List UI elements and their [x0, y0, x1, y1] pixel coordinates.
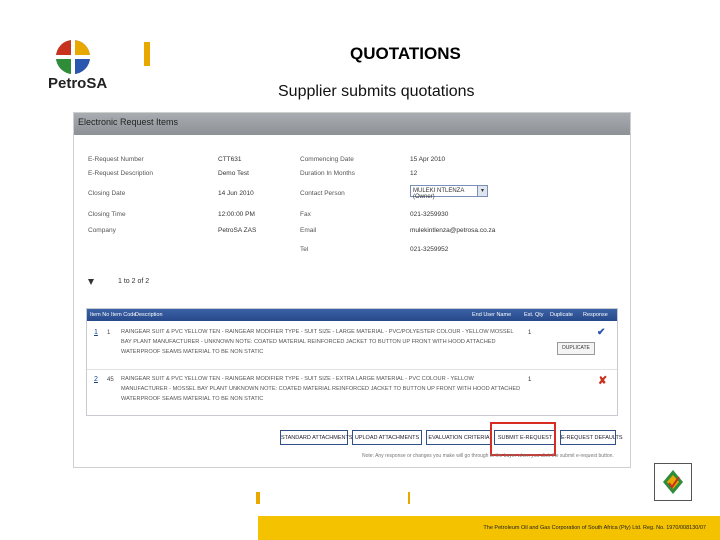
field-label: Duration In Months: [300, 170, 355, 177]
check-icon[interactable]: ✔: [597, 327, 605, 338]
column-header: Item Code: [111, 312, 137, 318]
field-label: E-Request Number: [88, 156, 144, 163]
certification-badge-icon: [654, 463, 692, 501]
accent-bar: [144, 42, 150, 66]
item-description: RAINGEAR SUIT & PVC YELLOW TEN - RAINGEA…: [121, 329, 514, 355]
footer-accent-left: [256, 492, 260, 504]
grid-header: Item No Item Code Description End User N…: [87, 309, 617, 321]
highlight-box: [490, 422, 556, 456]
duplicate-button[interactable]: DUPLICATE: [557, 342, 595, 355]
footer-accent-right: [408, 492, 410, 504]
panel-title: Electronic Request Items: [78, 117, 179, 127]
e-request-defaults-button[interactable]: E-REQUEST DEFAULTS: [560, 430, 623, 445]
item-link[interactable]: 1: [94, 329, 98, 336]
table-row: 1 1 RAINGEAR SUIT & PVC YELLOW TEN - RAI…: [87, 323, 617, 367]
column-header: Description: [135, 312, 163, 318]
column-header: End User Name: [472, 312, 512, 318]
panel-header: Electronic Request Items: [74, 113, 630, 135]
collapse-triangle-icon[interactable]: [88, 279, 94, 285]
request-items-panel: Electronic Request Items E-Request Numbe…: [73, 112, 631, 468]
slide-title: QUOTATIONS: [350, 44, 461, 63]
est-qty: 1: [528, 377, 532, 383]
item-description: RAINGEAR SUIT & PVC YELLOW TEN - RAINGEA…: [121, 376, 521, 402]
field-value: 15 Apr 2010: [410, 156, 446, 163]
field-label: Closing Date: [88, 190, 126, 197]
standard-attachments-button[interactable]: STANDARD ATTACHMENTS: [280, 430, 353, 445]
column-header: Est. Qty: [524, 312, 544, 318]
pagination-info: 1 to 2 of 2: [118, 278, 150, 285]
upload-attachments-button[interactable]: UPLOAD ATTACHMENTS: [352, 430, 422, 445]
field-value: 021-3259952: [410, 246, 449, 253]
field-value: 021-3259930: [410, 211, 449, 218]
field-value: mulekintlenza@petrosa.co.za: [410, 227, 496, 234]
table-row: 2 45 RAINGEAR SUIT & PVC YELLOW TEN - RA…: [87, 369, 617, 414]
field-value: PetroSA ZAS: [218, 227, 257, 234]
brand-name: PetroSA: [48, 75, 108, 92]
column-header: Duplicate: [550, 312, 573, 318]
field-value: CTT631: [218, 156, 242, 163]
slide-subtitle: Supplier submits quotations: [278, 83, 475, 100]
column-header: Item No: [90, 312, 110, 318]
items-grid: Item No Item Code Description End User N…: [86, 308, 618, 416]
footer-text: The Petroleum Oil and Gas Corporation of…: [483, 525, 706, 531]
cross-icon[interactable]: ✘: [598, 374, 607, 387]
column-header: Response: [583, 312, 608, 318]
field-label: Fax: [300, 211, 311, 218]
field-value: 14 Jun 2010: [218, 190, 254, 197]
field-value: 12:00:00 PM: [218, 211, 255, 218]
field-label: E-Request Description: [88, 170, 154, 177]
contact-person-value: MULEKI NTLENZA (Owner): [413, 188, 465, 200]
field-label: Company: [88, 227, 116, 234]
footer-bar: The Petroleum Oil and Gas Corporation of…: [258, 516, 720, 540]
field-label: Closing Time: [88, 211, 126, 218]
field-label: Email: [300, 227, 317, 234]
est-qty: 1: [528, 330, 532, 336]
evaluation-criteria-button[interactable]: EVALUATION CRITERIA: [426, 430, 492, 445]
item-code: 45: [107, 377, 114, 383]
item-code: 1: [107, 330, 111, 336]
contact-person-select[interactable]: MULEKI NTLENZA (Owner) ▾: [410, 185, 488, 200]
submit-note: Note: Any response or changes you make w…: [362, 453, 614, 459]
item-link[interactable]: 2: [94, 376, 98, 383]
field-label: Commencing Date: [300, 156, 354, 163]
field-label: Tel: [300, 246, 309, 253]
field-value: Demo Test: [218, 170, 249, 177]
field-value: 12: [410, 170, 418, 177]
field-label: Contact Person: [300, 190, 345, 197]
chevron-down-icon[interactable]: ▾: [477, 186, 487, 196]
